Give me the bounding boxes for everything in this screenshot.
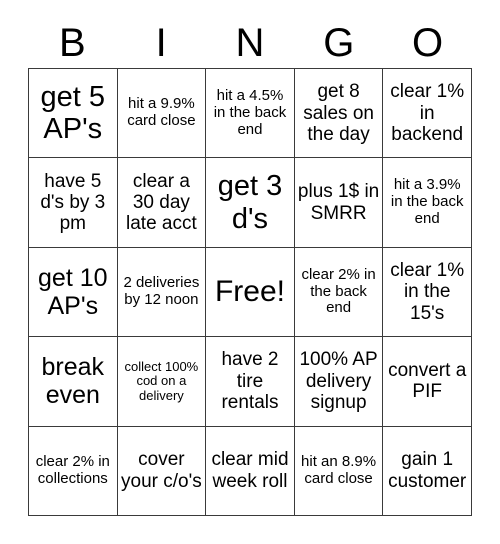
bingo-cell-o2[interactable]: hit a 3.9% in the back end (382, 157, 472, 248)
bingo-cell-g1[interactable]: get 8 sales on the day (293, 67, 384, 159)
bingo-cell-label: 2 deliveries by 12 noon (123, 274, 200, 308)
bingo-cell-label: get 8 sales on the day (303, 81, 374, 145)
bingo-cell-label: clear 1% in backend (390, 81, 465, 145)
bingo-cell-n2[interactable]: get 3 d's (205, 157, 295, 248)
bingo-cell-label: plus 1$ in SMRR (297, 181, 380, 224)
bingo-row: have 5 d's by 3 pm clear a 30 day late a… (28, 157, 472, 248)
bingo-cell-g5[interactable]: hit an 8.9% card close (293, 425, 384, 516)
bingo-header-letter-n: N (235, 21, 265, 65)
bingo-cell-b1[interactable]: get 5 AP's (28, 67, 118, 159)
bingo-cell-label: have 5 d's by 3 pm (40, 170, 106, 235)
bingo-cell-n1[interactable]: hit a 4.5% in the back end (205, 67, 295, 159)
bingo-row: break even collect 100% cod on a deliver… (28, 336, 472, 427)
bingo-cell-label: hit an 8.9% card close (301, 452, 377, 487)
bingo-cell-i4[interactable]: collect 100% cod on a delivery (116, 336, 207, 427)
bingo-cell-free-space[interactable]: Free! (205, 246, 295, 338)
bingo-cell-b4[interactable]: break even (28, 336, 118, 427)
bingo-cell-i5[interactable]: cover your c/o's (116, 425, 207, 516)
bingo-cell-b2[interactable]: have 5 d's by 3 pm (28, 157, 118, 248)
bingo-cell-label: 100% AP delivery signup (299, 349, 378, 413)
bingo-cell-label: have 2 tire rentals (221, 349, 279, 413)
bingo-header-letter-i: I (155, 21, 167, 65)
bingo-cell-i3[interactable]: 2 deliveries by 12 noon (116, 246, 207, 338)
bingo-cell-o4[interactable]: convert a PIF (382, 336, 472, 427)
bingo-card: B I N G O get 5 AP's hit a 9.9% card clo… (0, 0, 500, 544)
bingo-free-space-label: Free! (214, 275, 285, 309)
bingo-cell-label: convert a PIF (388, 360, 467, 403)
bingo-cell-label: gain 1 customer (388, 449, 467, 492)
bingo-cell-label: break even (41, 353, 105, 410)
bingo-cell-label: get 10 AP's (38, 263, 108, 320)
bingo-row: clear 2% in collections cover your c/o's… (28, 425, 472, 516)
bingo-cell-b3[interactable]: get 10 AP's (28, 246, 118, 338)
bingo-cell-n4[interactable]: have 2 tire rentals (205, 336, 295, 427)
bingo-cell-b5[interactable]: clear 2% in collections (28, 425, 118, 516)
bingo-cell-label: cover your c/o's (121, 449, 202, 492)
bingo-row: get 10 AP's 2 deliveries by 12 noon Free… (28, 246, 472, 338)
bingo-cell-label: hit a 3.9% in the back end (390, 176, 464, 227)
bingo-cell-label: get 3 d's (217, 170, 283, 235)
bingo-cell-i2[interactable]: clear a 30 day late acct (116, 157, 207, 248)
bingo-header-row: B I N G O (28, 18, 472, 68)
bingo-cell-o5[interactable]: gain 1 customer (382, 425, 472, 516)
bingo-cell-label: hit a 4.5% in the back end (213, 87, 287, 138)
bingo-cell-g4[interactable]: 100% AP delivery signup (293, 336, 384, 427)
bingo-cell-g2[interactable]: plus 1$ in SMRR (293, 157, 384, 248)
bingo-cell-i1[interactable]: hit a 9.9% card close (116, 67, 207, 159)
bingo-cell-o3[interactable]: clear 1% in the 15's (382, 246, 472, 338)
bingo-row: get 5 AP's hit a 9.9% card close hit a 4… (28, 67, 472, 159)
bingo-cell-label: clear mid week roll (211, 449, 289, 492)
bingo-cell-label: clear a 30 day late acct (126, 170, 197, 235)
bingo-cell-label: clear 2% in collections (35, 452, 110, 487)
bingo-grid: get 5 AP's hit a 9.9% card close hit a 4… (28, 67, 472, 516)
bingo-cell-g3[interactable]: clear 2% in the back end (293, 246, 384, 338)
bingo-cell-label: hit a 9.9% card close (127, 95, 196, 130)
bingo-cell-n5[interactable]: clear mid week roll (205, 425, 295, 516)
bingo-cell-label: get 5 AP's (40, 80, 106, 146)
bingo-cell-label: collect 100% cod on a delivery (124, 358, 199, 403)
bingo-header-letter-o: O (412, 21, 444, 65)
bingo-cell-label: clear 2% in the back end (301, 265, 376, 317)
bingo-cell-label: clear 1% in the 15's (390, 260, 465, 324)
bingo-header-letter-g: G (323, 21, 355, 65)
bingo-cell-o1[interactable]: clear 1% in backend (382, 67, 472, 159)
bingo-header-letter-b: B (59, 21, 86, 65)
